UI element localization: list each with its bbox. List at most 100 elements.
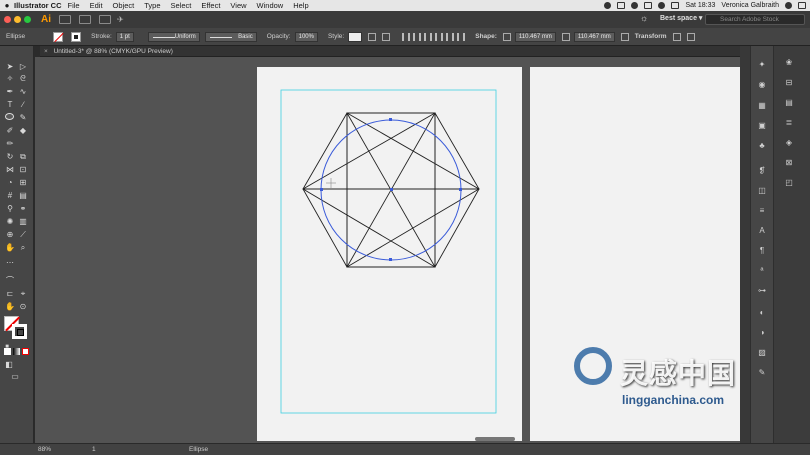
artboard-tool-icon[interactable]: ⊕ (5, 230, 15, 239)
scale-tool-icon[interactable]: ⧉ (18, 152, 28, 161)
brushes-icon[interactable]: ❡ (757, 166, 767, 175)
align-middle-icon[interactable] (446, 32, 455, 41)
stroke-weight-field[interactable]: 1 pt (115, 31, 134, 42)
bridge-icon[interactable] (59, 15, 71, 24)
direct-selection-tool-icon[interactable]: ▷ (18, 62, 28, 71)
stroke-color-box[interactable] (12, 324, 27, 339)
current-tool-status[interactable]: Ellipse (189, 444, 208, 455)
horizontal-scrollbar[interactable] (475, 437, 515, 441)
free-transform-tool-icon[interactable]: ⊡ (18, 165, 28, 174)
blend-tool-icon[interactable]: ⚭ (18, 204, 28, 213)
stroke-icon[interactable]: ≡ (757, 206, 767, 215)
shape-link-icon[interactable] (502, 32, 511, 41)
flag-icon[interactable] (671, 2, 680, 9)
spotlight-icon[interactable] (785, 2, 792, 9)
graphic-style-swatch[interactable] (348, 31, 363, 42)
eyedropper-tool-icon[interactable]: ⚲ (5, 204, 15, 213)
notification-center-icon[interactable] (798, 2, 806, 9)
appearance-icon[interactable]: ◐ (757, 308, 767, 317)
shaper-tool-icon[interactable]: ✐ (5, 126, 15, 135)
gradient-tool-icon[interactable]: ▤ (18, 191, 28, 200)
workspace-switcher[interactable]: Best space ▾ (660, 14, 702, 22)
libraries-icon[interactable]: ⊟ (784, 78, 794, 87)
clock[interactable]: Sat 18:33 (685, 2, 715, 9)
variable-width-profile[interactable]: Uniform (147, 31, 200, 42)
mesh-tool-icon[interactable]: # (5, 191, 15, 200)
align-top-icon[interactable] (435, 32, 444, 41)
gradient-icon[interactable]: ▨ (757, 348, 767, 357)
measure-tool-icon[interactable]: ⌖ (18, 289, 28, 298)
color-mode-icon[interactable] (4, 348, 11, 355)
rotate-tool-icon[interactable]: ↻ (5, 152, 15, 161)
constrain-proportions-icon[interactable] (561, 32, 570, 41)
opacity-field[interactable]: 100% (294, 31, 318, 42)
sync-icon[interactable] (631, 2, 639, 9)
menu-select[interactable]: Select (171, 1, 192, 10)
dropbox-icon[interactable] (617, 2, 626, 9)
slice-tool-icon[interactable]: ⟋ (18, 230, 28, 239)
draw-normal-icon[interactable]: ◧ (4, 360, 14, 369)
paintbrush-tool-icon[interactable]: ✎ (18, 113, 28, 122)
menu-effect[interactable]: Effect (201, 1, 220, 10)
edit-toolbar-icon[interactable]: ⋯ (5, 258, 15, 267)
width-tool-icon[interactable]: ⋈ (5, 165, 15, 174)
hand-pan-tool-icon[interactable]: ✋ (5, 302, 15, 311)
character-icon[interactable]: A (757, 226, 767, 235)
anchor-bottom[interactable] (389, 258, 392, 261)
center-point[interactable] (390, 188, 393, 191)
brush-definition[interactable]: Basic (204, 31, 257, 42)
pencil-tool-icon[interactable]: ✏ (5, 139, 15, 148)
stroke-label[interactable]: Stroke: (91, 33, 112, 40)
shape-label[interactable]: Shape: (475, 33, 497, 40)
gpu-performance-icon[interactable]: ✈ (117, 15, 124, 24)
line-segment-tool-icon[interactable]: ∕ (18, 100, 28, 109)
column-graph-tool-icon[interactable]: ▥ (18, 217, 28, 226)
artboard-number[interactable]: 1 (92, 444, 96, 455)
anchor-left[interactable] (320, 188, 323, 191)
menu-type[interactable]: Type (144, 1, 160, 10)
color-icon[interactable]: ◉ (757, 80, 767, 89)
document-tab[interactable]: × Untitled-3* @ 88% (CMYK/GPU Preview) (40, 46, 810, 57)
minimize-window-icon[interactable] (14, 16, 21, 23)
stock-search-input[interactable]: Search Adobe Stock (705, 14, 805, 25)
stock-icon[interactable] (79, 15, 91, 24)
glyphs-icon[interactable]: ª (757, 266, 767, 275)
align-right-icon[interactable] (424, 32, 433, 41)
panel-collapse-strip[interactable] (740, 46, 750, 443)
maximize-window-icon[interactable] (24, 16, 31, 23)
close-window-icon[interactable] (4, 16, 11, 23)
menu-object[interactable]: Object (113, 1, 135, 10)
menu-help[interactable]: Help (293, 1, 308, 10)
lightbulb-icon[interactable]: ☼ (640, 13, 648, 23)
battery-icon[interactable] (644, 2, 653, 9)
eraser-tool-icon[interactable]: ◆ (18, 126, 28, 135)
properties-icon[interactable]: ❀ (784, 58, 794, 67)
none-mode-icon[interactable] (22, 348, 29, 355)
transform-panel-icon[interactable]: ⊠ (784, 158, 794, 167)
layers-stack-icon[interactable]: ▤ (784, 98, 794, 107)
menu-view[interactable]: View (230, 1, 246, 10)
shape-options-icon[interactable] (620, 32, 629, 41)
shape-builder-tool-icon[interactable]: ◔ (5, 178, 15, 187)
transparency-icon[interactable]: ◑ (757, 328, 767, 337)
print-tiling-tool-icon[interactable]: ⊏ (5, 289, 15, 298)
canvas-area[interactable]: 灵感中国 lingganchina.com (35, 57, 740, 443)
image-trace-icon[interactable]: ✎ (757, 368, 767, 377)
arrange-documents-icon[interactable] (99, 15, 111, 24)
shape-height-field[interactable]: 110.467 mm (573, 31, 615, 42)
wifi-icon[interactable] (658, 2, 666, 9)
anchor-top[interactable] (389, 118, 392, 121)
magic-icon[interactable]: ✦ (757, 60, 767, 69)
close-document-icon[interactable]: × (44, 48, 48, 55)
hand-tool-icon[interactable]: ✋ (5, 243, 15, 252)
menu-edit[interactable]: Edit (90, 1, 103, 10)
stroke-swatch[interactable] (71, 31, 82, 42)
status-icon[interactable] (604, 2, 612, 9)
transform-icon[interactable] (672, 32, 681, 41)
lasso-tool-icon[interactable]: ᘓ (18, 74, 28, 83)
fill-swatch[interactable] (53, 31, 64, 42)
align-left-icon[interactable] (402, 32, 411, 41)
magic-wand-tool-icon[interactable]: ✧ (5, 74, 15, 83)
recolor-artwork-icon[interactable] (368, 32, 377, 41)
color-guide-icon[interactable]: ▦ (757, 101, 767, 110)
